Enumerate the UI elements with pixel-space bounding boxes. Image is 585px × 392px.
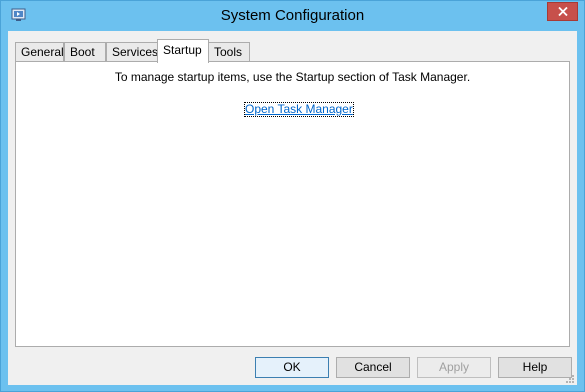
resize-grip-icon[interactable] [565, 373, 575, 383]
system-configuration-window: System Configuration General Boot Servic… [0, 0, 585, 392]
tab-boot[interactable]: Boot [64, 42, 106, 62]
tab-general[interactable]: General [15, 42, 64, 62]
tab-tools[interactable]: Tools [208, 42, 250, 62]
tab-services[interactable]: Services [106, 42, 164, 62]
close-icon [557, 5, 568, 19]
title-bar[interactable]: System Configuration [1, 1, 584, 31]
window-title: System Configuration [220, 7, 365, 24]
open-task-manager-link[interactable]: Open Task Manager [244, 102, 354, 117]
tab-startup[interactable]: Startup [157, 39, 209, 63]
apply-button[interactable]: Apply [417, 357, 491, 378]
startup-tab-panel: To manage startup items, use the Startup… [15, 61, 570, 347]
help-button[interactable]: Help [498, 357, 572, 378]
startup-message: To manage startup items, use the Startup… [114, 70, 471, 84]
cancel-button[interactable]: Cancel [336, 357, 410, 378]
dialog-client-area: General Boot Services Startup Tools To m… [8, 31, 577, 385]
ok-button[interactable]: OK [255, 357, 329, 378]
close-button[interactable] [547, 2, 578, 21]
